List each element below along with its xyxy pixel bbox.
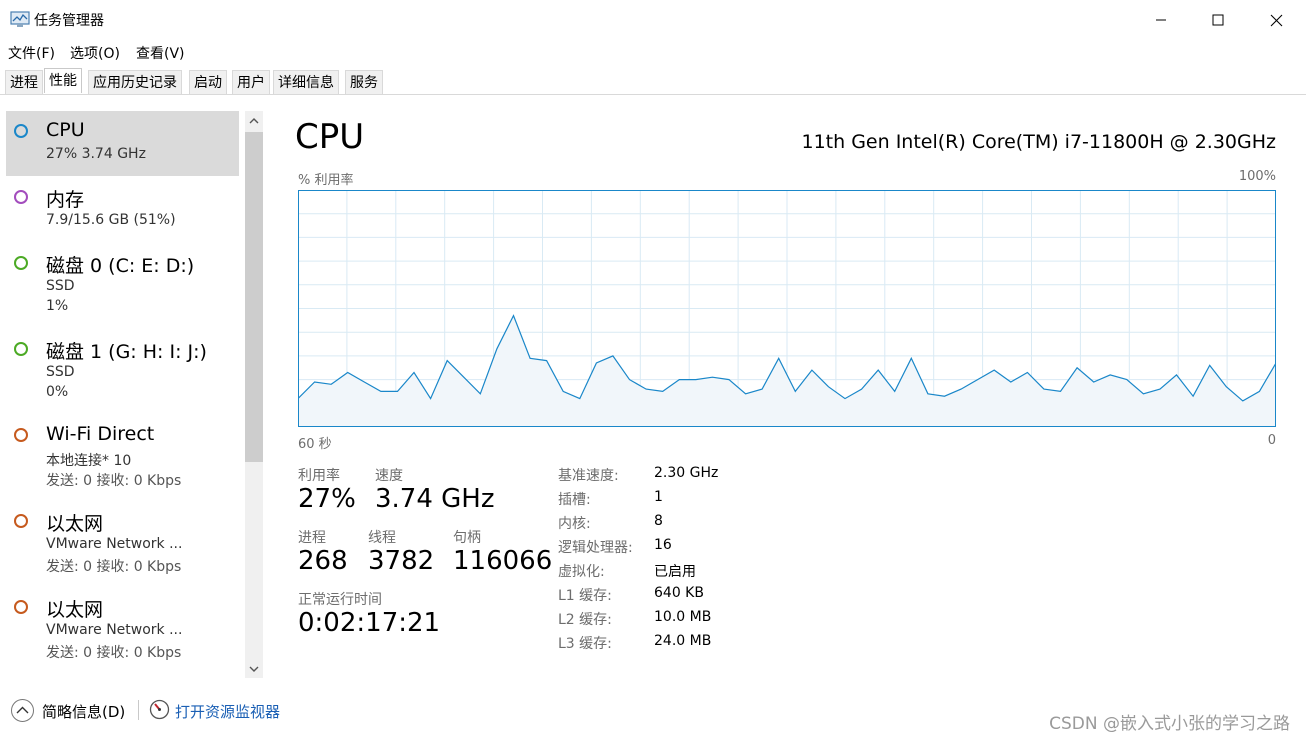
processes-label: 进程 xyxy=(298,530,326,546)
minimize-icon xyxy=(1156,19,1166,21)
spec-label: L3 缓存: xyxy=(558,636,612,652)
spec-value: 2.30 GHz xyxy=(654,465,719,481)
scroll-down-icon[interactable] xyxy=(248,664,260,674)
ethernet-indicator-icon xyxy=(14,600,28,614)
spec-label: 逻辑处理器: xyxy=(558,540,633,556)
handles-value: 116066 xyxy=(453,546,553,576)
sidebar-item-label: 内存 xyxy=(46,189,85,211)
sidebar-item-detail: 本地连接* 10 xyxy=(46,453,132,469)
spec-value: 16 xyxy=(654,537,672,553)
cpu-utilization-graph xyxy=(298,190,1276,427)
speed-value: 3.74 GHz xyxy=(375,484,495,514)
disk0-indicator-icon xyxy=(14,256,28,270)
sidebar-item-label: 以太网 xyxy=(46,513,104,535)
handles-label: 句柄 xyxy=(453,530,481,546)
threads-value: 3782 xyxy=(368,546,435,576)
tab-users[interactable]: 用户 xyxy=(232,70,270,94)
sidebar-item-detail: SSD xyxy=(46,278,75,294)
maximize-icon xyxy=(1212,14,1224,26)
sidebar-item-label: CPU xyxy=(46,119,85,141)
graph-label-utilization: % 利用率 xyxy=(298,173,354,188)
scroll-up-icon[interactable] xyxy=(248,116,260,126)
processes-value: 268 xyxy=(298,546,348,576)
minimize-button[interactable] xyxy=(1132,0,1190,40)
close-button[interactable] xyxy=(1247,0,1305,40)
close-icon xyxy=(1270,14,1282,26)
sidebar-item-detail: 发送: 0 接收: 0 Kbps xyxy=(46,645,182,661)
sidebar-item-detail: SSD xyxy=(46,364,75,380)
window-title: 任务管理器 xyxy=(34,13,104,29)
scrollbar-thumb[interactable] xyxy=(245,132,263,462)
menu-options[interactable]: 选项(O) xyxy=(70,43,120,63)
cpu-model-name: 11th Gen Intel(R) Core(TM) i7-11800H @ 2… xyxy=(801,131,1277,153)
spec-label: 插槽: xyxy=(558,492,591,508)
spec-value: 已启用 xyxy=(654,564,696,580)
graph-axis-right: 0 xyxy=(1267,433,1276,448)
sidebar-item-label: 磁盘 1 (G: H: I: J:) xyxy=(46,341,207,363)
spec-value: 1 xyxy=(654,489,663,505)
fewer-details-button[interactable]: 简略信息(D) xyxy=(42,701,125,722)
utilization-label: 利用率 xyxy=(298,468,340,484)
spec-value: 24.0 MB xyxy=(654,633,712,649)
graph-axis-left: 60 秒 xyxy=(298,437,332,452)
sidebar-item-memory[interactable] xyxy=(6,178,239,242)
spec-label: 虚拟化: xyxy=(558,564,605,580)
title-bar: 任务管理器 xyxy=(0,0,1306,40)
ethernet-indicator-icon xyxy=(14,514,28,528)
task-manager-icon xyxy=(10,11,30,27)
uptime-label: 正常运行时间 xyxy=(298,592,382,608)
sidebar-item-label: Wi-Fi Direct xyxy=(46,423,155,445)
maximize-button[interactable] xyxy=(1189,0,1247,40)
tab-app-history[interactable]: 应用历史记录 xyxy=(88,70,182,94)
spec-label: L2 缓存: xyxy=(558,612,612,628)
tab-startup[interactable]: 启动 xyxy=(189,70,227,94)
page-title: CPU xyxy=(295,117,365,157)
sidebar-item-detail: VMware Network ... xyxy=(46,536,183,552)
sidebar-item-detail: 1% xyxy=(46,298,69,314)
cpu-indicator-icon xyxy=(14,124,28,138)
threads-label: 线程 xyxy=(368,530,396,546)
spec-label: 内核: xyxy=(558,516,591,532)
sidebar-item-detail: 0% xyxy=(46,384,69,400)
spec-value: 8 xyxy=(654,513,663,529)
menu-file[interactable]: 文件(F) xyxy=(8,43,55,63)
watermark: CSDN @嵌入式小张的学习之路 xyxy=(1049,714,1290,734)
sidebar-item-detail: 27% 3.74 GHz xyxy=(46,146,146,162)
tab-details[interactable]: 详细信息 xyxy=(273,70,339,94)
speed-label: 速度 xyxy=(375,468,403,484)
utilization-value: 27% xyxy=(298,484,356,514)
menu-view[interactable]: 查看(V) xyxy=(136,43,185,63)
memory-indicator-icon xyxy=(14,190,28,204)
spec-value: 640 KB xyxy=(654,585,704,601)
sidebar-item-detail: VMware Network ... xyxy=(46,622,183,638)
spec-value: 10.0 MB xyxy=(654,609,712,625)
open-resource-monitor-link[interactable]: 打开资源监视器 xyxy=(175,701,280,722)
resource-monitor-icon[interactable] xyxy=(149,699,170,720)
tab-processes[interactable]: 进程 xyxy=(5,70,43,94)
tab-performance[interactable]: 性能 xyxy=(44,68,82,93)
sidebar-item-detail: 发送: 0 接收: 0 Kbps xyxy=(46,473,182,489)
disk1-indicator-icon xyxy=(14,342,28,356)
fewer-details-icon[interactable] xyxy=(10,698,35,723)
spec-label: 基准速度: xyxy=(558,468,619,484)
sidebar-item-detail: 7.9/15.6 GB (51%) xyxy=(46,212,176,228)
sidebar-item-cpu[interactable] xyxy=(6,111,239,176)
sidebar-item-label: 以太网 xyxy=(46,599,104,621)
uptime-value: 0:02:17:21 xyxy=(298,608,441,638)
sidebar-item-label: 磁盘 0 (C: E: D:) xyxy=(46,255,195,277)
tab-services[interactable]: 服务 xyxy=(345,70,383,94)
graph-label-max: 100% xyxy=(1238,169,1276,184)
footer-divider xyxy=(138,700,139,720)
spec-label: L1 缓存: xyxy=(558,588,612,604)
sidebar-item-detail: 发送: 0 接收: 0 Kbps xyxy=(46,559,182,575)
wifi-indicator-icon xyxy=(14,428,28,442)
